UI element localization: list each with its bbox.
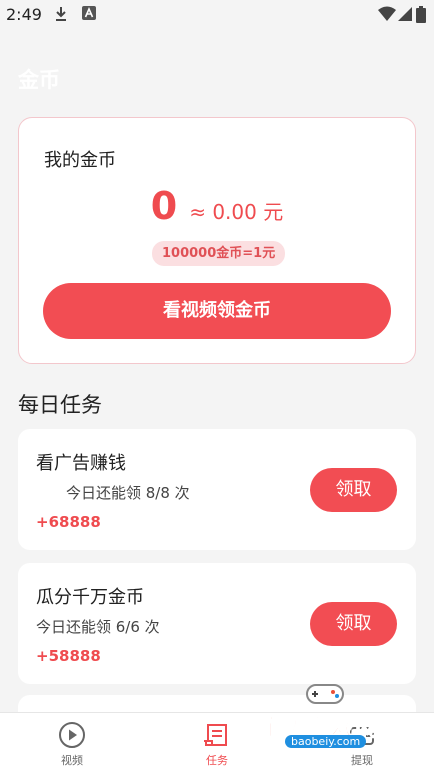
task-list-icon	[204, 724, 227, 746]
status-bar: 2:49	[0, 0, 434, 30]
watermark-url: baobeiy.com	[285, 735, 367, 748]
task-remaining: 今日还能领 6/6 次	[36, 618, 160, 636]
signal-icon	[398, 7, 412, 21]
watermark-logo: 宝贝游戏网 baobeiy.com	[253, 681, 403, 761]
wifi-icon	[378, 6, 396, 21]
coin-amount: 0	[150, 184, 178, 228]
a-icon	[82, 6, 96, 20]
nav-item-task[interactable]: 任务	[177, 721, 257, 768]
battery-icon	[416, 6, 426, 23]
coin-yuan-equivalent: ≈ 0.00 元	[189, 200, 284, 224]
coin-balance-row: 0 ≈ 0.00 元	[19, 184, 415, 228]
task-reward: +68888	[36, 513, 101, 531]
daily-tasks-title: 每日任务	[18, 393, 102, 417]
task-title: 瓜分千万金币	[36, 587, 144, 608]
task-card: 看广告赚钱 今日还能领 8/8 次 +68888 领取	[18, 429, 416, 550]
watch-video-button[interactable]: 看视频领金币	[43, 283, 391, 339]
task-reward: +58888	[36, 647, 101, 665]
nav-label: 任务	[206, 754, 228, 767]
coin-card-title: 我的金币	[44, 150, 116, 171]
claim-button[interactable]: 领取	[310, 468, 397, 512]
task-remaining: 今日还能领 8/8 次	[66, 484, 190, 502]
download-icon	[56, 7, 66, 21]
task-title: 看广告赚钱	[36, 453, 126, 474]
claim-button[interactable]: 领取	[310, 602, 397, 646]
nav-label: 视频	[61, 754, 83, 767]
exchange-rate-badge: 100000金币=1元	[152, 241, 286, 266]
task-card: 瓜分千万金币 今日还能领 6/6 次 +58888 领取	[18, 563, 416, 684]
play-circle-icon	[59, 722, 85, 748]
page-title: 金币	[18, 68, 60, 92]
gamepad-icon	[306, 684, 344, 704]
nav-item-video[interactable]: 视频	[32, 721, 112, 768]
status-time: 2:49	[6, 5, 42, 24]
coin-card: 我的金币 0 ≈ 0.00 元 100000金币=1元 看视频领金币	[18, 117, 416, 364]
